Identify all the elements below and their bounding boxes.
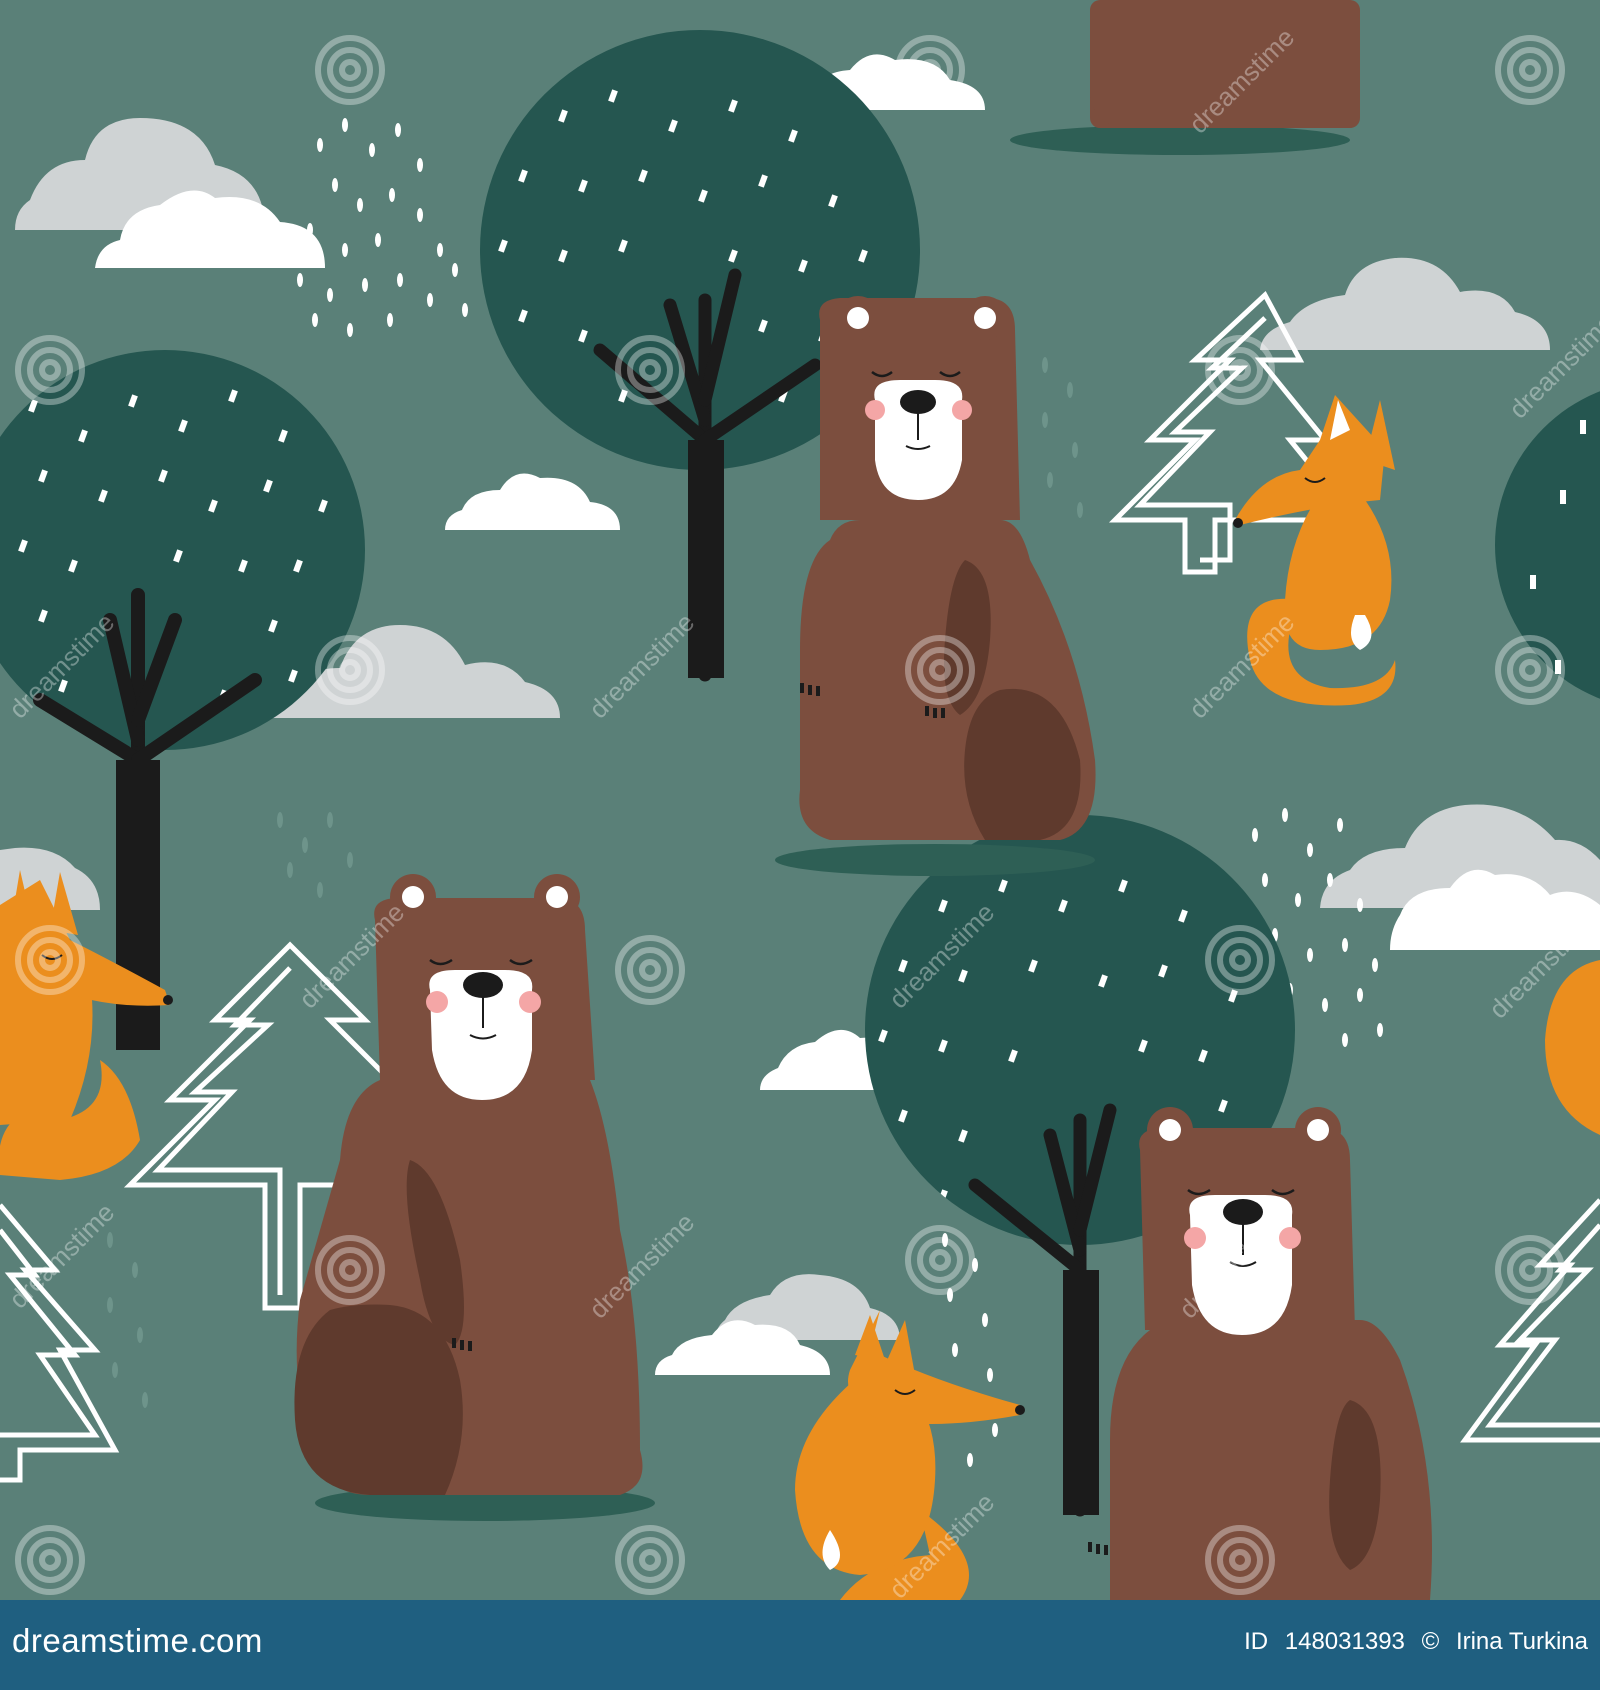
forest-animals-pattern: dreamstime dreamstime dreamstime dreamst… — [0, 0, 1600, 1600]
stock-image: dreamstime dreamstime dreamstime dreamst… — [0, 0, 1600, 1690]
copyright-icon: © — [1421, 1628, 1440, 1655]
stock-footer-bar: dreamstime.com ID 148031393 © Irina Turk… — [0, 1600, 1600, 1690]
id-number: 148031393 — [1284, 1628, 1405, 1655]
author-name: Irina Turkina — [1455, 1628, 1588, 1655]
trunk-top-center-base — [688, 440, 724, 678]
trunk-left-base — [116, 760, 160, 1050]
trunk-bottom-right-base — [1063, 1270, 1099, 1515]
site-name[interactable]: dreamstime.com — [12, 1622, 263, 1660]
id-label: ID — [1244, 1628, 1269, 1655]
image-credit: ID 148031393 © Irina Turkina — [1244, 1628, 1588, 1656]
